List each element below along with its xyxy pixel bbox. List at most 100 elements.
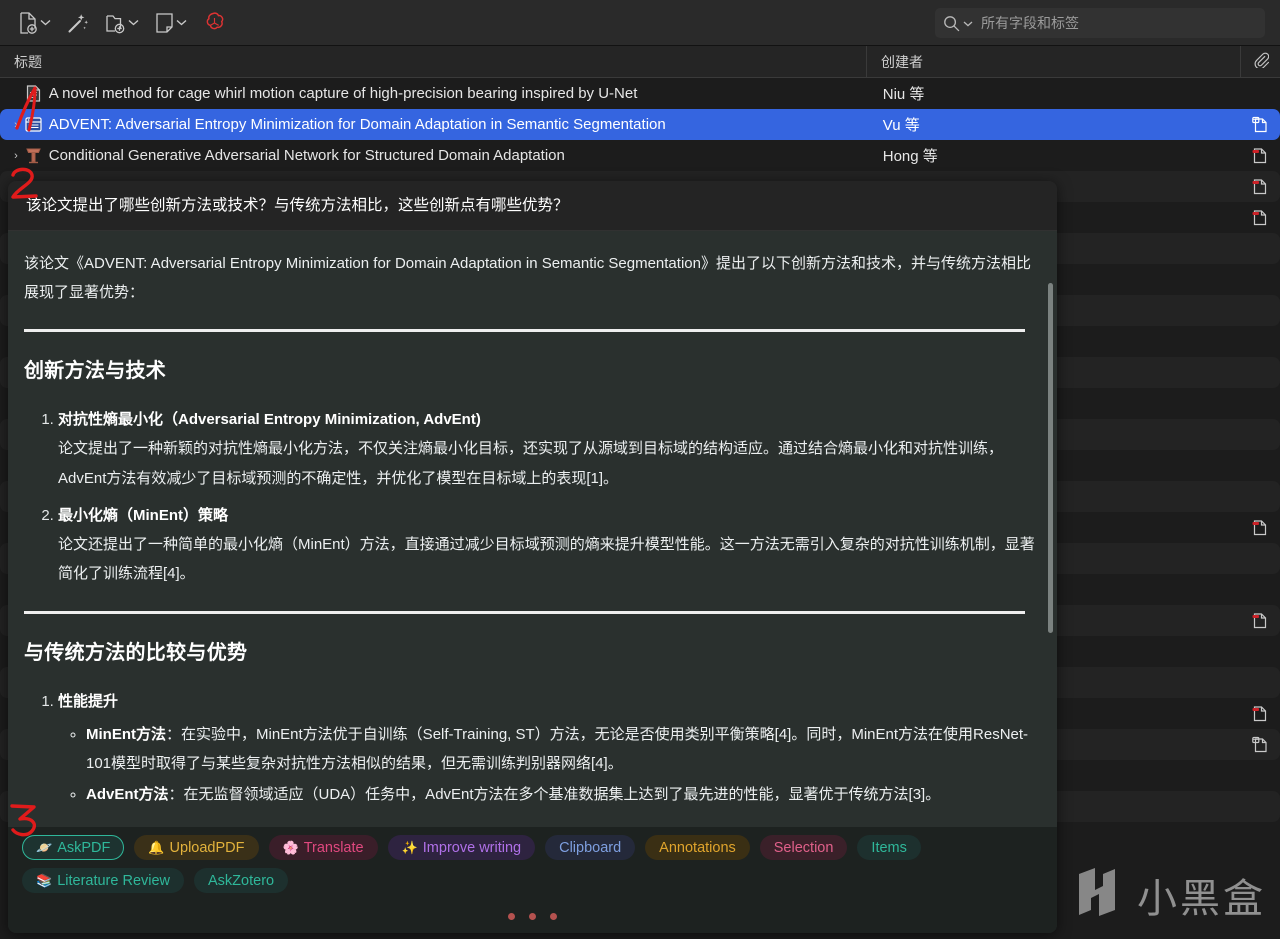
app-window: 标题 创建者 ›A novel method for cage whirl mo… (0, 0, 1280, 939)
chat-pager-dots[interactable] (8, 899, 1057, 933)
sub-item-text: ：在无监督领域适应（UDA）任务中，AdvEnt方法在多个基准数据集上达到了最先… (168, 786, 941, 804)
column-title-label: 标题 (14, 53, 42, 70)
table-row[interactable]: › ADVENT: Adversarial Entropy Minimizatio… (0, 109, 1280, 140)
askzotero-chip[interactable]: AskZotero (194, 868, 289, 893)
chat-question: 该论文提出了哪些创新方法或技术？与传统方法相比，这些创新点有哪些优势？ (8, 181, 1057, 231)
snapshot-icon[interactable] (1240, 736, 1280, 753)
new-document-icon (18, 11, 38, 34)
row-title: A novel method for cage whirl motion cap… (48, 85, 638, 102)
uploadpdf-chip[interactable]: 🔔 UploadPDF (134, 835, 259, 860)
row-twisty-icon[interactable]: › (8, 150, 24, 162)
column-header-title[interactable]: 标题 (0, 46, 866, 77)
chat-scrollbar[interactable] (1048, 282, 1053, 633)
chip-icon: 🔔 (148, 839, 165, 855)
list-item: AdvEnt方法：在无监督领域适应（UDA）任务中，AdvEnt方法在多个基准数… (86, 780, 1035, 809)
pager-dot[interactable] (550, 912, 557, 920)
divider (24, 610, 1025, 614)
sub-item-text: ：在实验中，MinEnt方法优于自训练（Self-Training, ST）方法… (86, 725, 1029, 773)
search-box[interactable] (935, 8, 1265, 38)
chat-answer-intro: 该论文《ADVENT: Adversarial Entropy Minimiza… (24, 254, 1031, 301)
column-creator-label: 创建者 (881, 53, 923, 70)
chip-icon: ✨ (401, 839, 418, 855)
pdf-icon[interactable] (1240, 705, 1280, 722)
chevron-down-icon (128, 19, 139, 26)
conference-paper-icon (24, 117, 44, 132)
chip-label: AskPDF (57, 839, 111, 856)
pdf-icon[interactable] (1240, 612, 1280, 629)
chat-answer-body: 该论文《ADVENT: Adversarial Entropy Minimiza… (8, 230, 1057, 827)
row-creator: Vu 等 (882, 117, 920, 134)
new-item-button[interactable] (14, 8, 55, 38)
row-creator: Hong 等 (882, 148, 938, 165)
chip-label: UploadPDF (169, 839, 245, 856)
pdf-icon[interactable] (1240, 519, 1280, 536)
add-attachment-button[interactable] (101, 8, 143, 38)
column-header-attachment[interactable] (1240, 46, 1280, 77)
annotations-chip[interactable]: Annotations (645, 835, 750, 860)
chip-label: Translate (303, 839, 364, 856)
pdf-icon[interactable] (1240, 147, 1280, 164)
row-title: Conditional Generative Adversarial Netwo… (48, 147, 565, 164)
askpdf-chip[interactable]: 🪐 AskPDF (22, 835, 125, 860)
list-item: 对抗性熵最小化（Adversarial Entropy Minimization… (58, 405, 1035, 493)
row-creator: Niu 等 (882, 86, 925, 103)
chevron-down-icon[interactable] (963, 14, 973, 32)
items-chip[interactable]: Items (857, 835, 921, 860)
pager-dot[interactable] (529, 912, 536, 920)
chip-label: Selection (773, 839, 834, 856)
translate-chip[interactable]: 🌸 Translate (268, 835, 378, 860)
literature-review-chip[interactable]: 📚 Literature Review (22, 868, 185, 893)
list-item-text: 论文提出了一种新颖的对抗性熵最小化方法，不仅关注熵最小化目标，还实现了从源域到目… (58, 440, 1004, 487)
chip-icon: 🪐 (36, 839, 53, 855)
chip-label: Items (871, 839, 907, 856)
ai-assistant-button[interactable] (199, 8, 230, 38)
table-header: 标题 创建者 (0, 46, 1280, 78)
search-icon[interactable] (943, 15, 960, 32)
selection-chip[interactable]: Selection (759, 835, 848, 860)
row-twisty-icon[interactable]: › (8, 119, 24, 131)
chip-label: Literature Review (57, 872, 171, 889)
chip-label: Clipboard (559, 839, 622, 856)
sub-item-label: MinEnt方法 (86, 725, 166, 743)
chat-action-chips: 🪐 AskPDF 🔔 UploadPDF 🌸 Translate ✨ Improve writ… (8, 827, 1057, 899)
table-row[interactable]: ›A novel method for cage whirl motion ca… (0, 78, 1280, 109)
chevron-down-icon (176, 19, 187, 26)
new-note-button[interactable] (151, 8, 191, 38)
add-by-identifier-button[interactable] (63, 8, 93, 38)
main-toolbar (0, 0, 1280, 46)
pdf-icon[interactable] (1240, 178, 1280, 195)
openai-logo-icon (203, 11, 226, 34)
list-item: MinEnt方法：在实验中，MinEnt方法优于自训练（Self-Trainin… (86, 720, 1035, 779)
pager-dot[interactable] (508, 912, 515, 920)
chip-icon: 📚 (36, 872, 53, 888)
chip-label: AskZotero (208, 872, 275, 889)
document-icon (24, 85, 44, 102)
column-header-creator[interactable]: 创建者 (866, 46, 1240, 77)
clipboard-chip[interactable]: Clipboard (545, 835, 636, 860)
improve-writing-chip[interactable]: ✨ Improve writing (387, 835, 536, 860)
comparison-sublist: MinEnt方法：在实验中，MinEnt方法优于自训练（Self-Trainin… (86, 720, 1035, 810)
presentation-icon (24, 147, 44, 164)
chip-label: Improve writing (422, 839, 522, 856)
snapshot-icon[interactable] (1240, 116, 1280, 133)
watermark-text: 小黑盒 (1137, 876, 1266, 921)
xiaoheihe-logo-icon (1069, 864, 1125, 925)
comparison-list: 性能提升 MinEnt方法：在实验中，MinEnt方法优于自训练（Self-Tr… (58, 687, 1035, 810)
innovations-list: 对抗性熵最小化（Adversarial Entropy Minimization… (58, 405, 1035, 589)
add-attachment-icon (105, 12, 126, 34)
search-input[interactable] (981, 15, 1257, 31)
chevron-down-icon (40, 19, 51, 26)
pdf-icon[interactable] (1240, 209, 1280, 226)
magic-wand-icon (67, 12, 89, 34)
divider (24, 329, 1025, 333)
sub-item-label: AdvEnt方法 (86, 786, 169, 804)
section-heading-innovations: 创新方法与技术 (24, 360, 167, 383)
list-item-heading: 最小化熵（MinEnt）策略 (58, 506, 228, 524)
list-item-heading: 对抗性熵最小化（Adversarial Entropy Minimization… (58, 411, 481, 429)
section-heading-comparison: 与传统方法的比较与优势 (24, 641, 248, 664)
row-title: ADVENT: Adversarial Entropy Minimization… (48, 116, 666, 133)
watermark: 小黑盒 (1069, 864, 1266, 925)
list-item: 最小化熵（MinEnt）策略 论文还提出了一种简单的最小化熵（MinEnt）方法… (58, 501, 1035, 589)
table-row[interactable]: › Conditional Generative Adversarial Netw… (0, 140, 1280, 171)
paperclip-icon (1253, 52, 1269, 71)
